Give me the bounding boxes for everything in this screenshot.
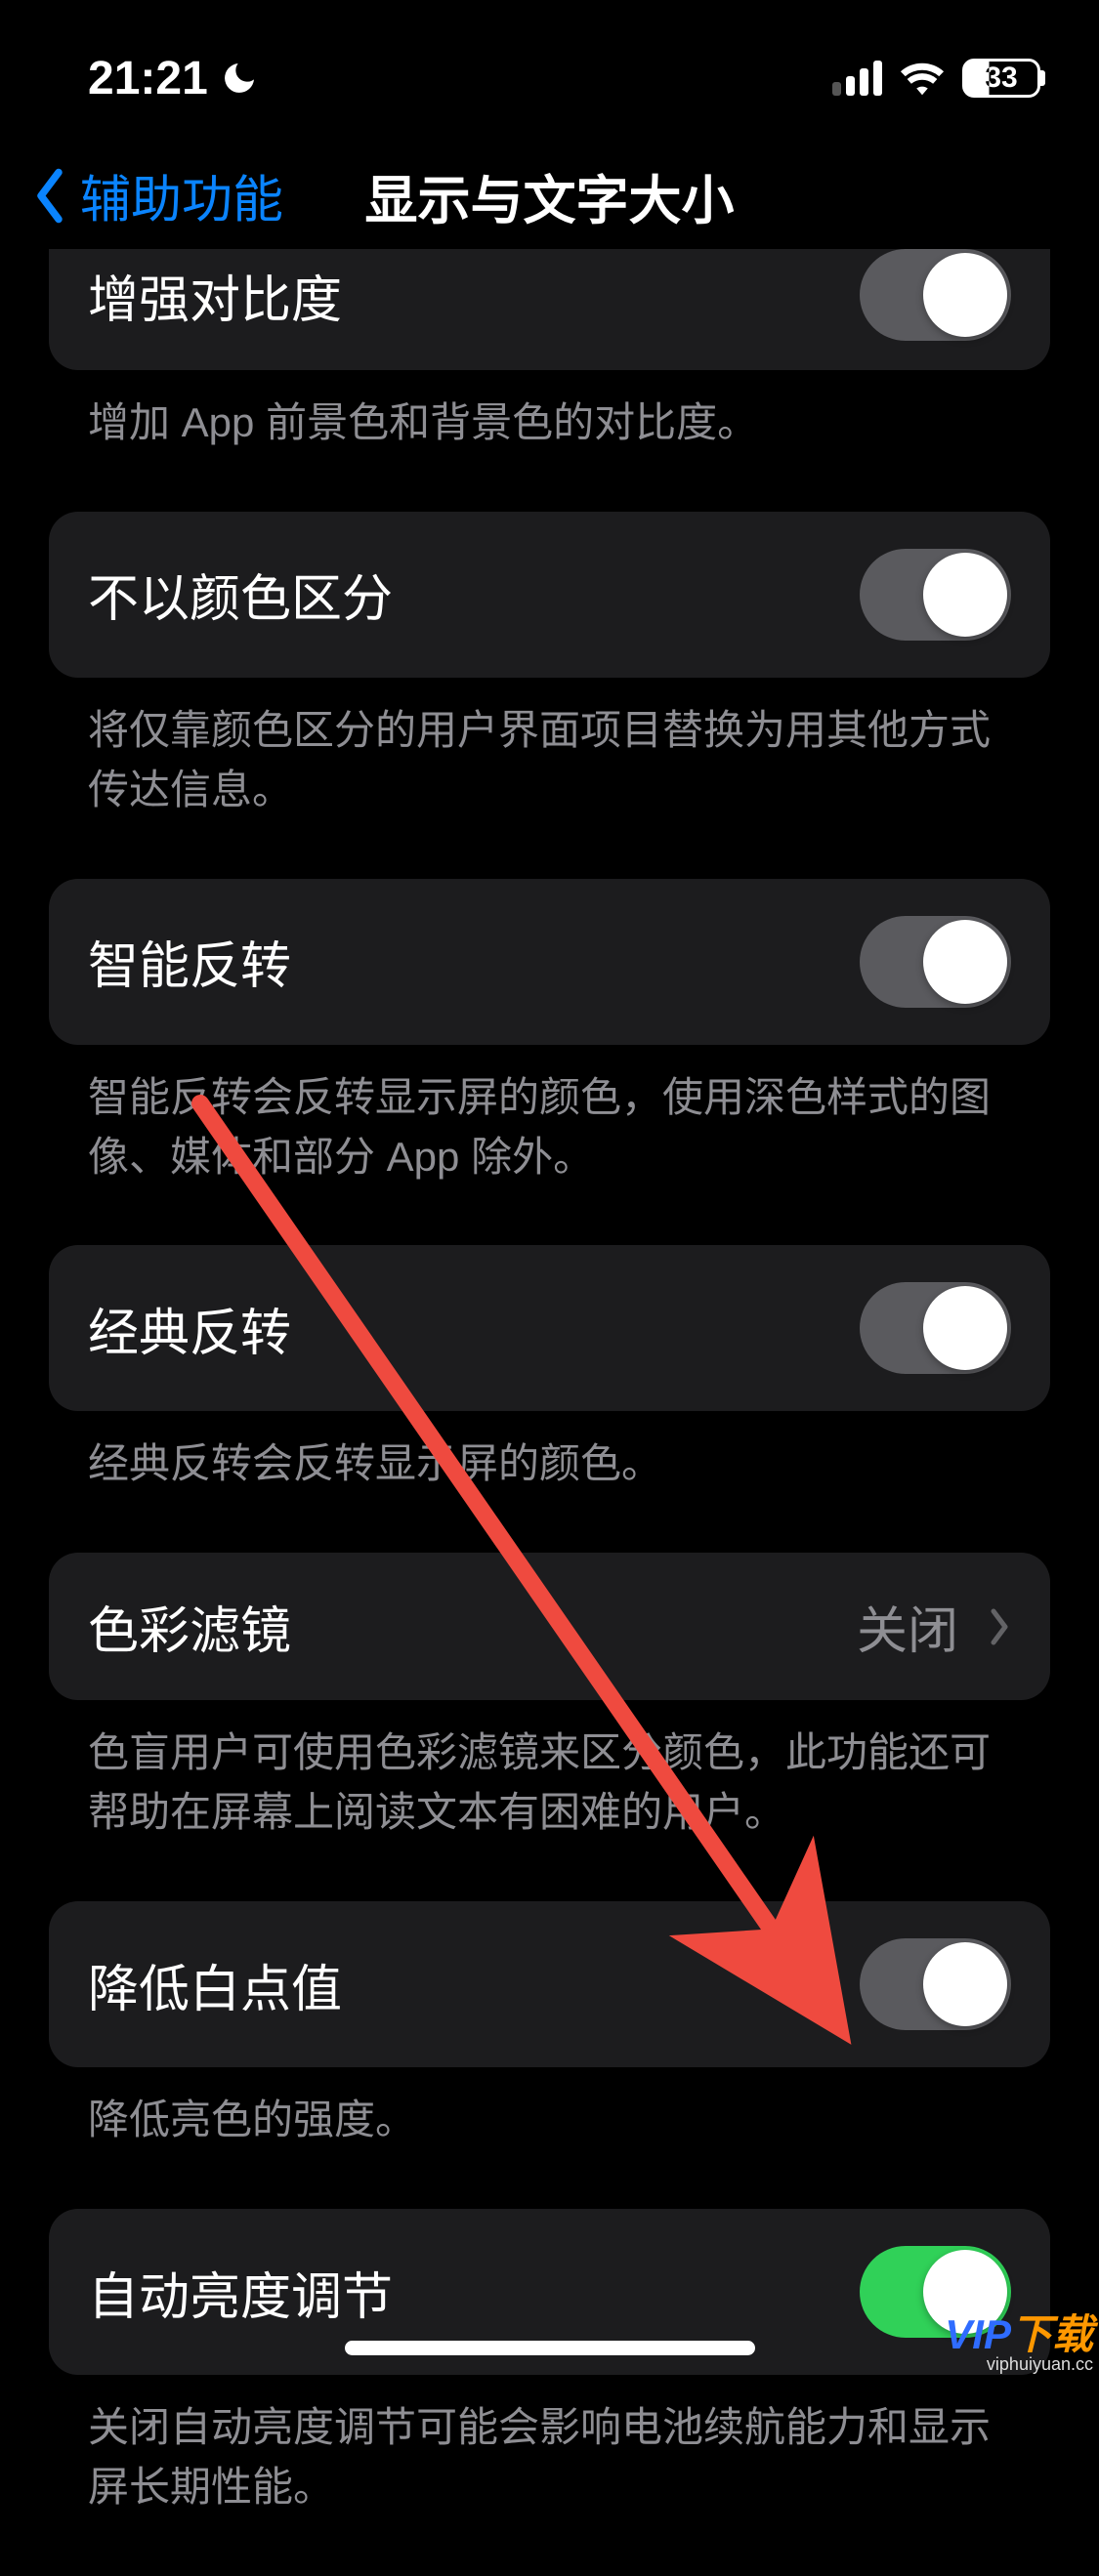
back-label: 辅助功能 <box>80 159 283 232</box>
status-time: 21:21 <box>88 52 208 105</box>
row-differentiate-without-color[interactable]: 不以颜色区分 <box>49 512 1050 678</box>
row-label: 色彩滤镜 <box>88 1590 291 1663</box>
cellular-signal-icon <box>832 61 882 96</box>
toggle-reduce-white-point[interactable] <box>860 1938 1011 2030</box>
row-label: 不以颜色区分 <box>88 558 393 631</box>
row-value: 关闭 <box>857 1590 958 1663</box>
row-value-container: 关闭 <box>857 1590 1011 1663</box>
do-not-disturb-icon <box>220 59 259 98</box>
watermark: VIP下载 viphuiyuan.cc <box>945 2314 1093 2373</box>
footer-smart-invert: 智能反转会反转显示屏的颜色，使用深色样式的图像、媒体和部分 App 除外。 <box>49 1045 1050 1246</box>
row-label: 智能反转 <box>88 925 291 998</box>
row-reduce-white-point[interactable]: 降低白点值 <box>49 1901 1050 2067</box>
navigation-bar: 辅助功能 显示与文字大小 <box>0 127 1099 264</box>
home-indicator[interactable] <box>345 2341 755 2355</box>
settings-content: 增强对比度 增加 App 前景色和背景色的对比度。 不以颜色区分 将仅靠颜色区分… <box>0 249 1099 2576</box>
row-label: 增强对比度 <box>88 259 342 332</box>
watermark-suffix: 下载 <box>1011 2311 1093 2357</box>
toggle-increase-contrast[interactable] <box>860 249 1011 341</box>
footer-differentiate-without-color: 将仅靠颜色区分的用户界面项目替换为用其他方式传达信息。 <box>49 678 1050 879</box>
toggle-smart-invert[interactable] <box>860 916 1011 1008</box>
toggle-classic-invert[interactable] <box>860 1282 1011 1374</box>
row-increase-contrast[interactable]: 增强对比度 <box>49 249 1050 370</box>
footer-reduce-white-point: 降低亮色的强度。 <box>49 2067 1050 2209</box>
footer-auto-brightness: 关闭自动亮度调节可能会影响电池续航能力和显示屏长期性能。 <box>49 2375 1050 2576</box>
battery-icon: 33 <box>962 59 1040 98</box>
status-bar: 21:21 33 <box>0 0 1099 127</box>
row-label: 经典反转 <box>88 1292 291 1365</box>
page-title: 显示与文字大小 <box>365 157 735 234</box>
toggle-differentiate-without-color[interactable] <box>860 549 1011 641</box>
status-right: 33 <box>832 59 1040 98</box>
footer-color-filters: 色盲用户可使用色彩滤镜来区分颜色，此功能还可帮助在屏幕上阅读文本有困难的用户。 <box>49 1700 1050 1901</box>
back-button[interactable]: 辅助功能 <box>29 159 283 232</box>
battery-percent: 33 <box>985 62 1017 95</box>
footer-increase-contrast: 增加 App 前景色和背景色的对比度。 <box>49 370 1050 512</box>
row-label: 降低白点值 <box>88 1948 342 2021</box>
watermark-url: viphuiyuan.cc <box>987 2355 1093 2373</box>
chevron-left-icon <box>29 166 70 225</box>
footer-classic-invert: 经典反转会反转显示屏的颜色。 <box>49 1411 1050 1553</box>
row-classic-invert[interactable]: 经典反转 <box>49 1245 1050 1411</box>
row-color-filters[interactable]: 色彩滤镜 关闭 <box>49 1553 1050 1700</box>
row-label: 自动亮度调节 <box>88 2256 393 2329</box>
wifi-icon <box>900 61 945 96</box>
row-smart-invert[interactable]: 智能反转 <box>49 879 1050 1045</box>
watermark-brand: VIP <box>945 2311 1011 2357</box>
status-left: 21:21 <box>88 52 259 105</box>
chevron-right-icon <box>988 1606 1011 1647</box>
